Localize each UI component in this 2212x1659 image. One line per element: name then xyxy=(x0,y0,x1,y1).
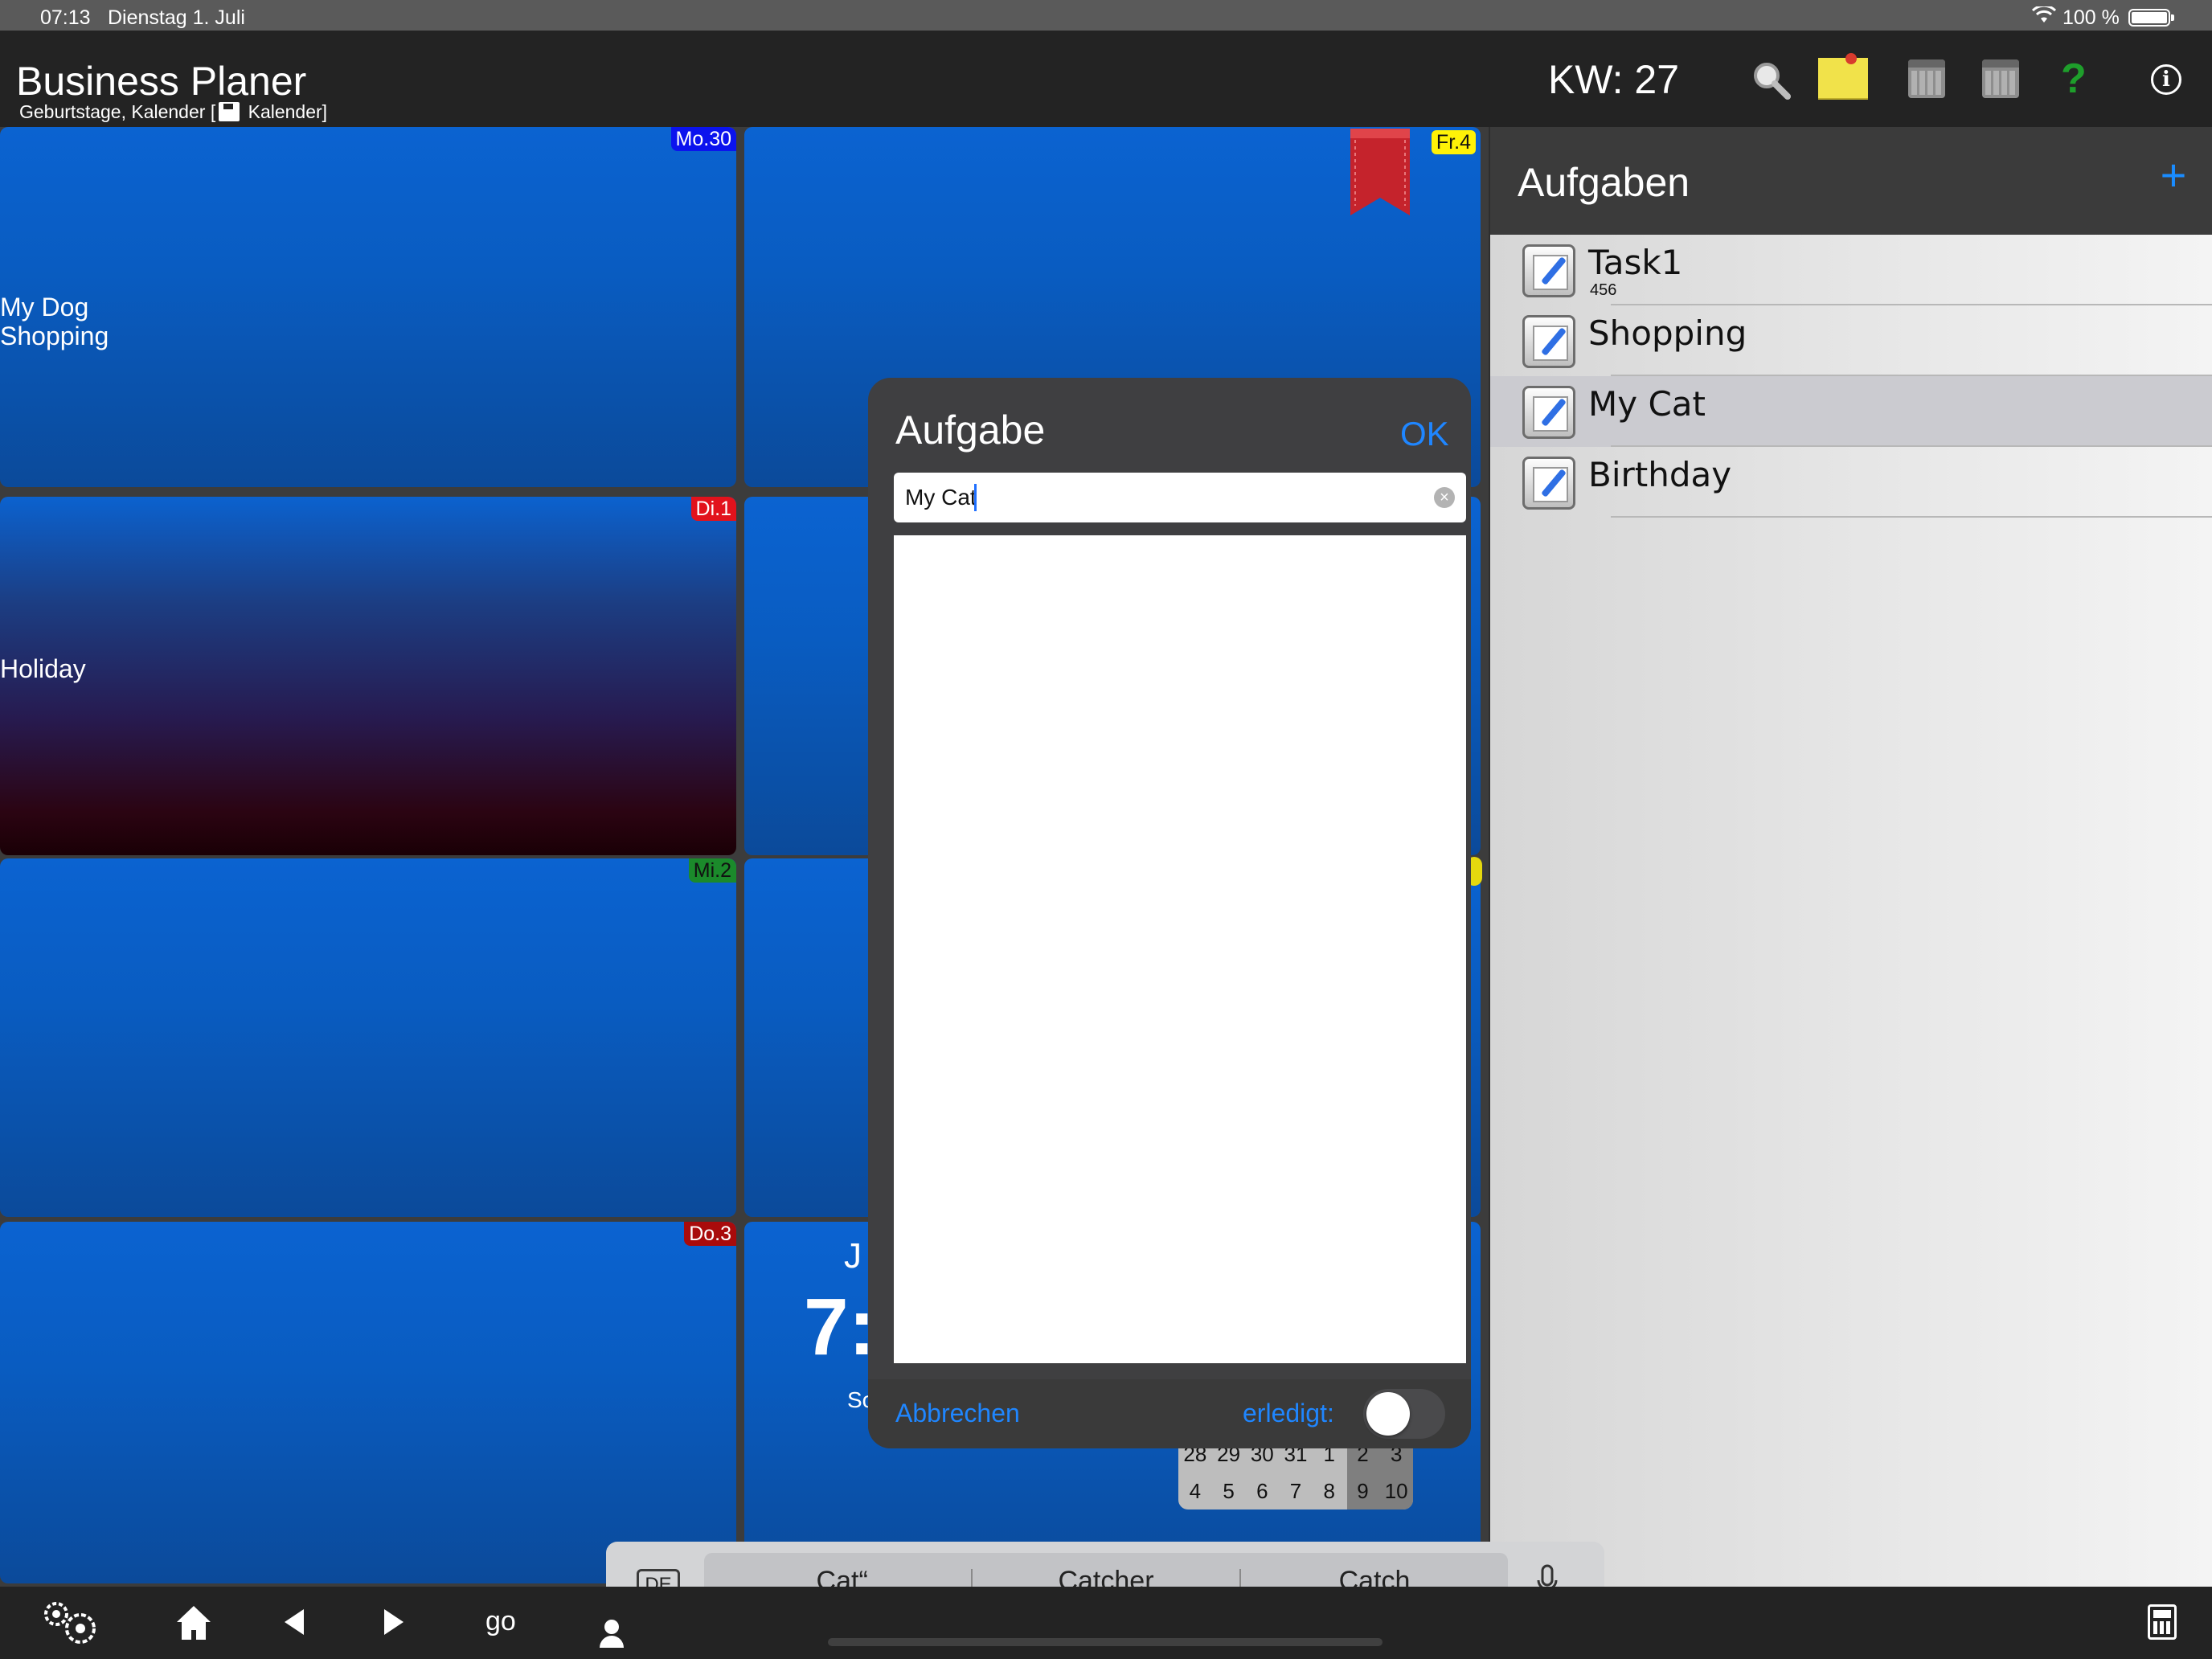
next-icon[interactable] xyxy=(378,1598,410,1646)
app-subtitle: Geburtstage, Kalender [ Kalender] xyxy=(19,101,327,123)
edit-task-icon[interactable] xyxy=(1522,386,1575,439)
nav-bar: Business Planer Geburtstage, Kalender [ … xyxy=(0,31,2212,148)
bottom-toolbar: go xyxy=(0,1587,2212,1659)
day-badge-monday: Mo.30 xyxy=(670,127,736,151)
dialog-title: Aufgabe xyxy=(895,408,1046,453)
status-bar: 07:13 Dienstag 1. Juli 100 % xyxy=(0,0,2212,31)
person-icon[interactable] xyxy=(598,1619,625,1648)
mini-calendar-day[interactable]: 8 xyxy=(1313,1479,1346,1504)
task-name: My Cat xyxy=(1588,384,1706,424)
previous-icon[interactable] xyxy=(278,1598,310,1646)
mini-calendar-day[interactable]: 6 xyxy=(1245,1479,1279,1504)
mini-calendar-day[interactable]: 9 xyxy=(1346,1479,1380,1504)
info-icon[interactable]: i xyxy=(2151,64,2181,95)
day-cell-wednesday[interactable]: Mi.2 xyxy=(0,858,736,1217)
row-divider xyxy=(1611,516,2212,518)
day-badge-friday: Fr.4 xyxy=(1431,130,1476,154)
clock-time: 7: xyxy=(804,1282,875,1372)
calendar-week-icon[interactable] xyxy=(1982,59,2019,98)
day-cell-thursday[interactable]: Do.3 xyxy=(0,1222,736,1583)
help-icon[interactable]: ? xyxy=(2061,55,2087,106)
mini-calendar-day[interactable]: 4 xyxy=(1178,1479,1212,1504)
task-row[interactable]: Shopping xyxy=(1490,305,2212,376)
status-time: 07:13 xyxy=(40,6,91,29)
day-cell-monday[interactable]: Mo.30 My Dog Shopping xyxy=(0,127,736,487)
task-detail: 456 xyxy=(1590,281,1617,299)
app-title: Business Planer xyxy=(16,59,307,104)
search-icon[interactable] xyxy=(1746,55,1797,106)
tasks-panel: Aufgaben + Task1 456 Shopping My Cat Bir… xyxy=(1490,127,2212,1587)
home-icon[interactable] xyxy=(174,1598,214,1646)
task-row[interactable]: Task1 456 xyxy=(1490,235,2212,305)
event-holiday[interactable]: Holiday xyxy=(0,654,86,683)
day-badge-tuesday: Di.1 xyxy=(690,497,736,521)
task-name: Shopping xyxy=(1588,313,1747,353)
edit-task-icon[interactable] xyxy=(1522,315,1575,368)
save-icon xyxy=(219,102,240,121)
status-date: Dienstag 1. Juli xyxy=(108,6,245,29)
edit-task-icon[interactable] xyxy=(1522,244,1575,297)
subtitle-calendar-name: Kalender] xyxy=(243,101,328,122)
text-cursor xyxy=(974,484,977,511)
wifi-icon xyxy=(2032,6,2056,23)
mini-calendar[interactable]: 28 29 30 31 1 2 3 4 5 6 7 8 9 10 xyxy=(1178,1440,1413,1509)
subtitle-calendars: Geburtstage, Kalender [ xyxy=(19,101,216,122)
task-row[interactable]: Birthday xyxy=(1490,447,2212,518)
settings-gears-icon[interactable] xyxy=(37,1598,103,1646)
calculator-icon[interactable] xyxy=(2148,1604,2177,1640)
battery-percent: 100 % xyxy=(2062,6,2120,29)
go-button[interactable]: go xyxy=(485,1606,516,1654)
event-my-dog[interactable]: My Dog xyxy=(0,293,88,322)
done-toggle[interactable] xyxy=(1363,1389,1445,1439)
day-badge-thursday: Do.3 xyxy=(684,1222,736,1246)
task-row-selected[interactable]: My Cat xyxy=(1490,376,2212,447)
mini-calendar-row: 4 5 6 7 8 9 10 xyxy=(1178,1479,1413,1504)
day-cell-tuesday[interactable]: Di.1 Holiday xyxy=(0,497,736,855)
note-icon[interactable] xyxy=(1818,53,1868,98)
cancel-button[interactable]: Abbrechen xyxy=(895,1399,1020,1428)
add-task-button[interactable]: + xyxy=(2149,151,2198,199)
task-notes-textarea[interactable] xyxy=(894,535,1466,1363)
battery-icon xyxy=(2128,9,2174,27)
task-title-input[interactable] xyxy=(894,473,1466,522)
edit-task-icon[interactable] xyxy=(1522,457,1575,510)
mini-calendar-day[interactable]: 7 xyxy=(1279,1479,1313,1504)
mini-calendar-day[interactable]: 10 xyxy=(1379,1479,1413,1504)
week-number: KW: 27 xyxy=(1548,57,1680,102)
mini-calendar-day[interactable]: 5 xyxy=(1212,1479,1246,1504)
bookmark-icon xyxy=(1350,129,1410,215)
tasks-title: Aufgaben xyxy=(1518,160,1690,205)
tasks-header: Aufgaben + xyxy=(1490,127,2212,235)
calendar-icon[interactable] xyxy=(1908,59,1945,98)
task-name: Task1 xyxy=(1588,243,1683,282)
ok-button[interactable]: OK xyxy=(1400,415,1449,453)
clear-input-icon[interactable]: × xyxy=(1434,487,1455,508)
event-shopping[interactable]: Shopping xyxy=(0,322,109,350)
clock-month: J xyxy=(844,1236,862,1276)
home-indicator xyxy=(828,1638,1382,1646)
done-label: erledigt: xyxy=(1243,1399,1334,1428)
task-edit-dialog: Aufgabe OK × Abbrechen erledigt: xyxy=(868,378,1471,1448)
task-name: Birthday xyxy=(1588,455,1732,494)
day-badge-wednesday: Mi.2 xyxy=(688,858,736,883)
